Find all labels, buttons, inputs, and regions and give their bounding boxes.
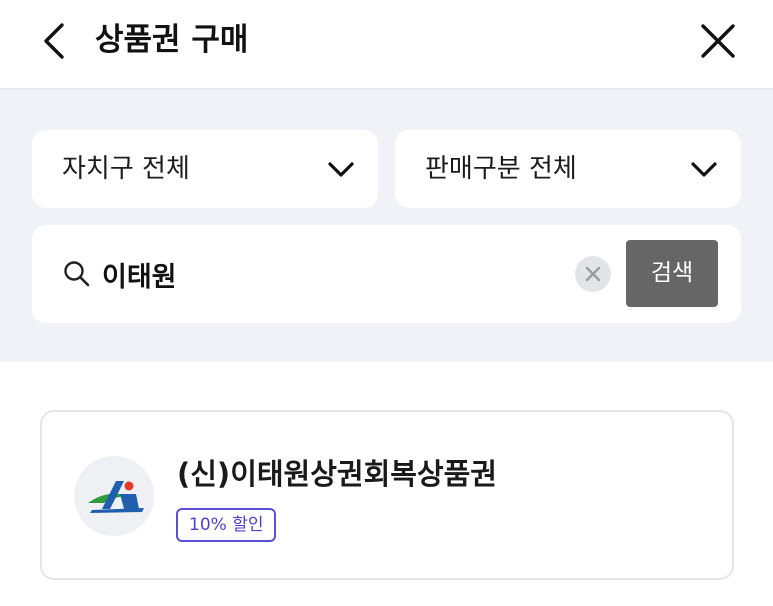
voucher-name: (신)이태원상권회복상품권 (177, 457, 497, 491)
clear-search-button[interactable] (575, 256, 611, 292)
clear-icon (585, 266, 601, 282)
sale-type-select-value: 판매구분 전체 (425, 154, 577, 184)
app-header: 상품권 구매 (0, 0, 773, 90)
search-icon (64, 261, 90, 287)
chevron-left-icon (44, 23, 64, 59)
chevron-down-icon (328, 162, 354, 177)
close-icon (701, 24, 735, 58)
district-logo (74, 456, 154, 536)
search-button[interactable]: 검색 (626, 240, 718, 307)
page-title: 상품권 구매 (95, 22, 249, 58)
chevron-down-icon (691, 162, 717, 177)
search-bar: 검색 (32, 225, 741, 323)
region-select-value: 자치구 전체 (62, 154, 190, 184)
voucher-result-card[interactable]: (신)이태원상권회복상품권 10% 할인 (40, 410, 734, 580)
discount-badge: 10% 할인 (176, 508, 277, 542)
filter-panel: 자치구 전체 판매구분 전체 검색 (0, 90, 773, 362)
region-select[interactable]: 자치구 전체 (32, 130, 378, 208)
search-input[interactable] (102, 249, 562, 299)
sale-type-select[interactable]: 판매구분 전체 (395, 130, 741, 208)
back-button[interactable] (30, 16, 80, 66)
close-button[interactable] (693, 16, 743, 66)
